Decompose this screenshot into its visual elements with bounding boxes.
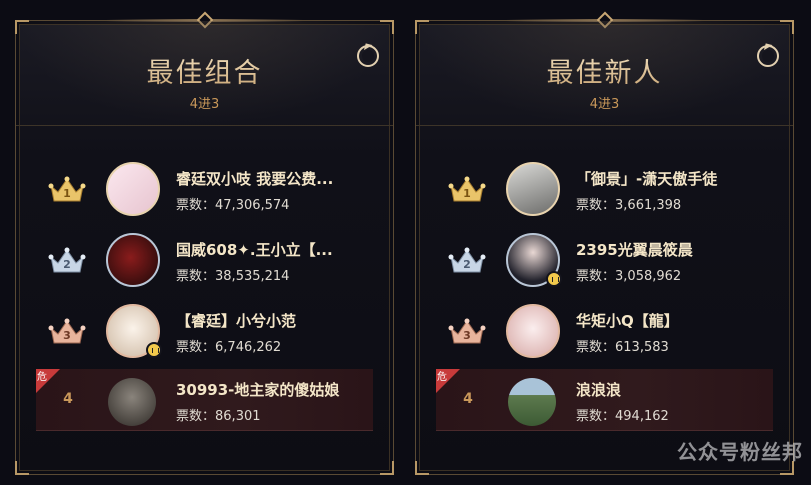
votes-label: 票数： bbox=[576, 340, 616, 355]
vote-count: 票数：47,306,574 bbox=[176, 194, 289, 213]
votes-label: 票数： bbox=[576, 409, 616, 424]
vote-count: 票数：494,162 bbox=[576, 405, 669, 424]
avatar[interactable] bbox=[506, 162, 560, 216]
votes-value: 3,661,398 bbox=[615, 198, 682, 213]
ranking-row-danger[interactable]: 危 4 浪浪浪 票数：494,162 bbox=[436, 369, 773, 431]
entry-name: 「御景」-潇天傲手徒 bbox=[576, 170, 718, 188]
panel-subtitle: 4进3 bbox=[189, 97, 220, 112]
votes-value: 613,583 bbox=[615, 340, 669, 355]
votes-value: 3,058,962 bbox=[615, 269, 682, 284]
entry-name: 浪浪浪 bbox=[576, 381, 622, 399]
corner-ornament bbox=[15, 461, 29, 475]
avatar[interactable] bbox=[106, 162, 160, 216]
silver-crown-icon: 2 bbox=[48, 247, 86, 273]
votes-value: 6,746,262 bbox=[215, 340, 282, 355]
panel-title: 最佳新人 bbox=[416, 51, 793, 90]
best-combo-panel: 最佳组合 4进3 1 睿廷双小吱 我要公费... 票数：47,306,574 2… bbox=[15, 11, 394, 475]
rank-number: 4 bbox=[63, 391, 73, 407]
best-newcomer-panel: 最佳新人 4进3 1 「御景」-潇天傲手徒 票数：3,661,398 2 239… bbox=[415, 11, 794, 475]
entry-name: 睿廷双小吱 我要公费... bbox=[176, 170, 334, 188]
gold-crown-icon: 1 bbox=[448, 176, 486, 202]
ranking-row[interactable]: 1 睿廷双小吱 我要公费... 票数：47,306,574 bbox=[36, 158, 373, 220]
ranking-row[interactable]: 3 【睿廷】小兮小范 票数：6,746,262 bbox=[36, 300, 373, 362]
votes-value: 38,535,214 bbox=[215, 269, 290, 284]
panel-title: 最佳组合 bbox=[16, 51, 393, 90]
votes-label: 票数： bbox=[576, 269, 616, 284]
rank-number: 1 bbox=[463, 187, 471, 200]
rank-number: 3 bbox=[463, 329, 471, 342]
rank-number: 3 bbox=[63, 329, 71, 342]
bronze-crown-icon: 3 bbox=[48, 318, 86, 344]
votes-label: 票数： bbox=[176, 198, 216, 213]
corner-ornament bbox=[380, 461, 394, 475]
vote-count: 票数：6,746,262 bbox=[176, 336, 281, 355]
rank-number: 1 bbox=[63, 187, 71, 200]
votes-value: 494,162 bbox=[615, 409, 669, 424]
watermark: 公众号粉丝邦 bbox=[677, 440, 803, 464]
panel-header: 最佳组合 4进3 bbox=[16, 21, 393, 126]
ranking-row[interactable]: 1 「御景」-潇天傲手徒 票数：3,661,398 bbox=[436, 158, 773, 220]
avatar[interactable] bbox=[508, 378, 556, 426]
live-badge-icon bbox=[146, 342, 162, 358]
ranking-row[interactable]: 2 国威608✦.王小立【... 票数：38,535,214 bbox=[36, 229, 373, 291]
avatar[interactable] bbox=[108, 378, 156, 426]
ranking-row-danger[interactable]: 危 4 30993-地主家的傻姑娘 票数：86,301 bbox=[36, 369, 373, 431]
refresh-icon[interactable] bbox=[757, 45, 779, 67]
refresh-icon[interactable] bbox=[357, 45, 379, 67]
panel-header: 最佳新人 4进3 bbox=[416, 21, 793, 126]
rank-number: 2 bbox=[63, 258, 71, 271]
entry-name: 【睿廷】小兮小范 bbox=[176, 312, 297, 330]
votes-label: 票数： bbox=[176, 269, 216, 284]
danger-label: 危 bbox=[37, 372, 47, 383]
vote-count: 票数：613,583 bbox=[576, 336, 669, 355]
danger-label: 危 bbox=[437, 372, 447, 383]
entry-name: 2395光翼晨筱晨 bbox=[576, 241, 693, 259]
rank-number: 2 bbox=[463, 258, 471, 271]
votes-label: 票数： bbox=[176, 409, 216, 424]
vote-count: 票数：38,535,214 bbox=[176, 265, 289, 284]
silver-crown-icon: 2 bbox=[448, 247, 486, 273]
entry-name: 华矩小Q【龍】 bbox=[576, 312, 679, 330]
votes-label: 票数： bbox=[176, 340, 216, 355]
entry-name: 国威608✦.王小立【... bbox=[176, 241, 333, 259]
panel-subtitle: 4进3 bbox=[589, 97, 620, 112]
vote-count: 票数：3,661,398 bbox=[576, 194, 681, 213]
avatar[interactable] bbox=[106, 233, 160, 287]
ranking-row[interactable]: 2 2395光翼晨筱晨 票数：3,058,962 bbox=[436, 229, 773, 291]
bronze-crown-icon: 3 bbox=[448, 318, 486, 344]
ranking-row[interactable]: 3 华矩小Q【龍】 票数：613,583 bbox=[436, 300, 773, 362]
vote-count: 票数：3,058,962 bbox=[576, 265, 681, 284]
avatar[interactable] bbox=[506, 304, 560, 358]
corner-ornament bbox=[415, 461, 429, 475]
vote-count: 票数：86,301 bbox=[176, 405, 261, 424]
live-badge-icon bbox=[546, 271, 562, 287]
entry-name: 30993-地主家的傻姑娘 bbox=[176, 381, 340, 399]
rank-number: 4 bbox=[463, 391, 473, 407]
votes-value: 47,306,574 bbox=[215, 198, 290, 213]
votes-label: 票数： bbox=[576, 198, 616, 213]
gold-crown-icon: 1 bbox=[48, 176, 86, 202]
votes-value: 86,301 bbox=[215, 409, 261, 424]
